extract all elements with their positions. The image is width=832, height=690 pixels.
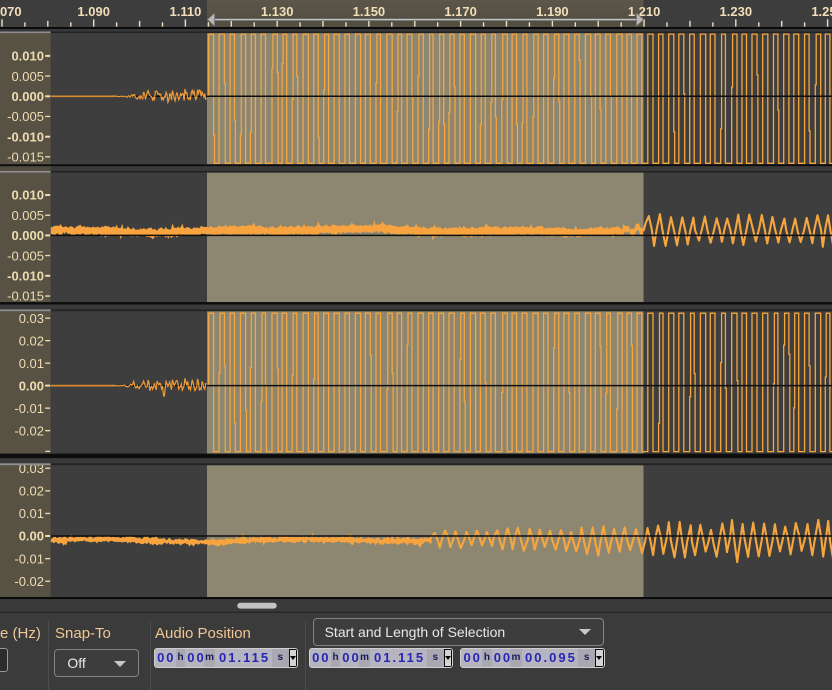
svg-text:-0.02: -0.02 — [14, 423, 44, 438]
svg-text:070: 070 — [0, 4, 22, 19]
svg-text:0.005: 0.005 — [11, 69, 44, 84]
svg-text:0.00: 0.00 — [19, 378, 44, 393]
svg-text:0.01: 0.01 — [19, 356, 44, 371]
svg-text:-0.010: -0.010 — [7, 269, 44, 284]
svg-text:0.00: 0.00 — [19, 529, 44, 544]
svg-text:-0.01: -0.01 — [14, 551, 44, 566]
svg-text:1.090: 1.090 — [77, 4, 110, 19]
svg-text:1.130: 1.130 — [261, 4, 294, 19]
svg-text:0.010: 0.010 — [11, 188, 44, 203]
svg-text:-0.005: -0.005 — [7, 248, 44, 263]
svg-text:0.005: 0.005 — [11, 208, 44, 223]
svg-text:1.170: 1.170 — [444, 4, 477, 19]
svg-text:-0.015: -0.015 — [7, 150, 44, 165]
svg-text:-0.010: -0.010 — [7, 129, 44, 144]
svg-text:0.010: 0.010 — [11, 49, 44, 64]
svg-text:1.210: 1.210 — [628, 4, 661, 19]
svg-text:-0.015: -0.015 — [7, 289, 44, 304]
svg-text:0.000: 0.000 — [11, 228, 44, 243]
svg-text:0.02: 0.02 — [19, 484, 44, 499]
svg-text:-0.02: -0.02 — [14, 574, 44, 589]
svg-text:1.150: 1.150 — [353, 4, 386, 19]
svg-text:1.250: 1.250 — [811, 4, 832, 19]
svg-text:-0.005: -0.005 — [7, 109, 44, 124]
svg-text:0.02: 0.02 — [19, 333, 44, 348]
svg-text:1.190: 1.190 — [536, 4, 569, 19]
svg-text:1.230: 1.230 — [720, 4, 753, 19]
svg-text:-0.01: -0.01 — [14, 401, 44, 416]
svg-text:1.110: 1.110 — [169, 4, 201, 19]
svg-text:0.000: 0.000 — [11, 89, 44, 104]
svg-text:0.03: 0.03 — [19, 311, 44, 326]
svg-text:0.01: 0.01 — [19, 506, 44, 521]
